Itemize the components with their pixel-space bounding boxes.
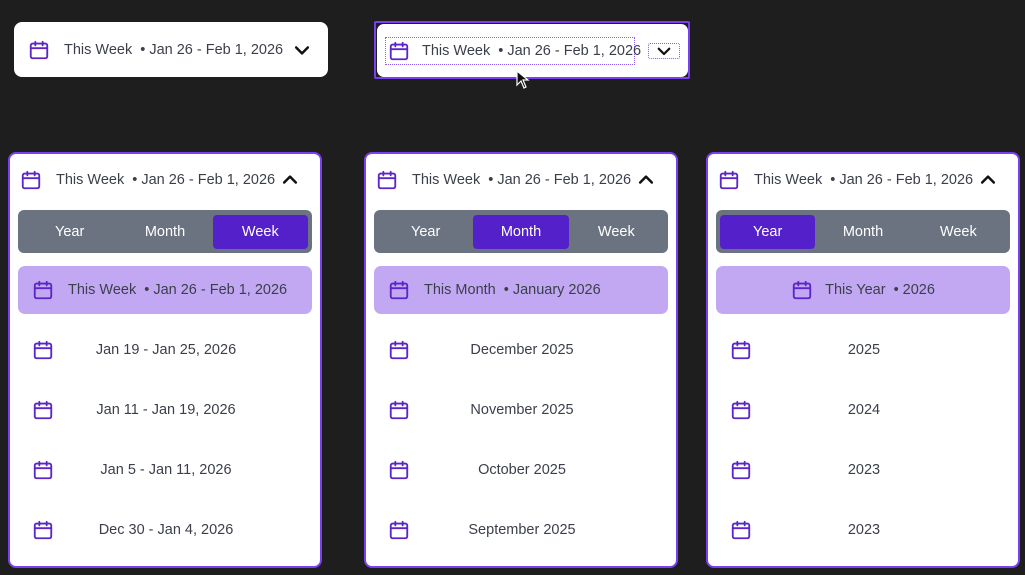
tab-week[interactable]: Week	[569, 215, 664, 249]
list-item[interactable]: Jan 19 - Jan 25, 2026	[18, 326, 312, 374]
list-item[interactable]: 2024	[716, 386, 1010, 434]
tab-year[interactable]: Year	[22, 215, 117, 249]
option-label: October 2025	[478, 462, 566, 478]
tab-year[interactable]: Year	[378, 215, 473, 249]
panel-header[interactable]: This Week • Jan 26 - Feb 1, 2026	[708, 154, 1018, 206]
calendar-icon	[791, 279, 813, 301]
tab-year[interactable]: Year	[720, 214, 816, 249]
calendar-icon	[28, 39, 50, 61]
calendar-icon	[388, 339, 410, 361]
period-tabs: Year Month Week	[374, 210, 668, 253]
picker-selection: This Week • Jan 26 - Feb 1, 2026	[422, 42, 642, 59]
tab-week[interactable]: Week	[911, 215, 1006, 249]
calendar-icon	[730, 339, 752, 361]
calendar-icon	[730, 519, 752, 541]
option-label: 2023	[847, 462, 881, 478]
calendar-icon	[388, 459, 410, 481]
calendar-icon	[388, 519, 410, 541]
picker-selection: This Week • Jan 26 - Feb 1, 2026	[56, 172, 276, 188]
option-label: Jan 19 - Jan 25, 2026	[95, 342, 237, 358]
calendar-icon	[718, 169, 740, 191]
calendar-icon	[32, 459, 54, 481]
month-picker-panel: This Week • Jan 26 - Feb 1, 2026 Year Mont…	[364, 152, 678, 568]
date-range-picker[interactable]: This Week • Jan 26 - Feb 1, 2026	[14, 22, 328, 77]
option-label: 2024	[847, 402, 881, 418]
period-tabs: Year Month Week	[18, 210, 312, 253]
option-label: November 2025	[470, 402, 574, 418]
picker-selection: This Week • Jan 26 - Feb 1, 2026	[64, 41, 284, 58]
date-range-picker-focused[interactable]: This Week • Jan 26 - Feb 1, 2026	[377, 24, 688, 77]
picker-selection-focus[interactable]: This Week • Jan 26 - Feb 1, 2026	[385, 36, 641, 65]
tab-month[interactable]: Month	[815, 215, 910, 249]
mouse-pointer-icon	[516, 70, 530, 89]
calendar-icon	[32, 519, 54, 541]
list-item[interactable]: 2023	[716, 446, 1010, 494]
chevron-up-icon[interactable]	[978, 170, 998, 190]
list-item[interactable]: Jan 11 - Jan 19, 2026	[18, 386, 312, 434]
list-item[interactable]: 2023	[716, 506, 1010, 554]
picker-selection: This Week • Jan 26 - Feb 1, 2026	[412, 172, 632, 188]
calendar-icon	[20, 169, 42, 191]
chevron-down-icon[interactable]	[292, 40, 312, 60]
chevron-down-icon	[655, 42, 673, 60]
option-label: 2025	[847, 342, 881, 358]
option-label: September 2025	[468, 522, 576, 538]
current-period-option[interactable]: This Year • 2026	[716, 266, 1010, 314]
dropdown-toggle-button[interactable]	[648, 42, 680, 60]
calendar-icon	[730, 459, 752, 481]
tab-week[interactable]: Week	[212, 214, 308, 249]
calendar-icon	[376, 169, 398, 191]
option-label: This Month • January 2026	[424, 282, 601, 298]
list-item[interactable]: December 2025	[374, 326, 668, 374]
option-label: Dec 30 - Jan 4, 2026	[98, 522, 234, 538]
current-period-option[interactable]: This Month • January 2026	[374, 266, 668, 314]
calendar-icon	[388, 399, 410, 421]
picker-selection: This Week • Jan 26 - Feb 1, 2026	[754, 172, 974, 188]
panel-header[interactable]: This Week • Jan 26 - Feb 1, 2026	[366, 154, 676, 206]
current-period-option[interactable]: This Week • Jan 26 - Feb 1, 2026	[18, 266, 312, 314]
year-picker-panel: This Week • Jan 26 - Feb 1, 2026 Year Mont…	[706, 152, 1020, 568]
list-item[interactable]: Dec 30 - Jan 4, 2026	[18, 506, 312, 554]
option-label: Jan 11 - Jan 19, 2026	[96, 402, 236, 418]
calendar-icon	[388, 40, 410, 62]
list-item[interactable]: September 2025	[374, 506, 668, 554]
list-item[interactable]: 2025	[716, 326, 1010, 374]
calendar-icon	[730, 399, 752, 421]
week-picker-panel: This Week • Jan 26 - Feb 1, 2026 Year Mont…	[8, 152, 322, 568]
list-item[interactable]: November 2025	[374, 386, 668, 434]
chevron-up-icon[interactable]	[280, 170, 300, 190]
option-label: Jan 5 - Jan 11, 2026	[100, 462, 232, 478]
option-label: 2023	[847, 522, 881, 538]
tab-month[interactable]: Month	[473, 214, 569, 249]
option-label: This Year • 2026	[825, 282, 935, 298]
period-tabs: Year Month Week	[716, 210, 1010, 253]
option-label: This Week • Jan 26 - Feb 1, 2026	[68, 282, 288, 298]
list-item[interactable]: October 2025	[374, 446, 668, 494]
tab-month[interactable]: Month	[117, 215, 212, 249]
calendar-icon	[388, 279, 410, 301]
chevron-up-icon[interactable]	[636, 170, 656, 190]
list-item[interactable]: Jan 5 - Jan 11, 2026	[18, 446, 312, 494]
calendar-icon	[32, 279, 54, 301]
option-label: December 2025	[470, 342, 574, 358]
calendar-icon	[32, 399, 54, 421]
calendar-icon	[32, 339, 54, 361]
panel-header[interactable]: This Week • Jan 26 - Feb 1, 2026	[10, 154, 320, 206]
